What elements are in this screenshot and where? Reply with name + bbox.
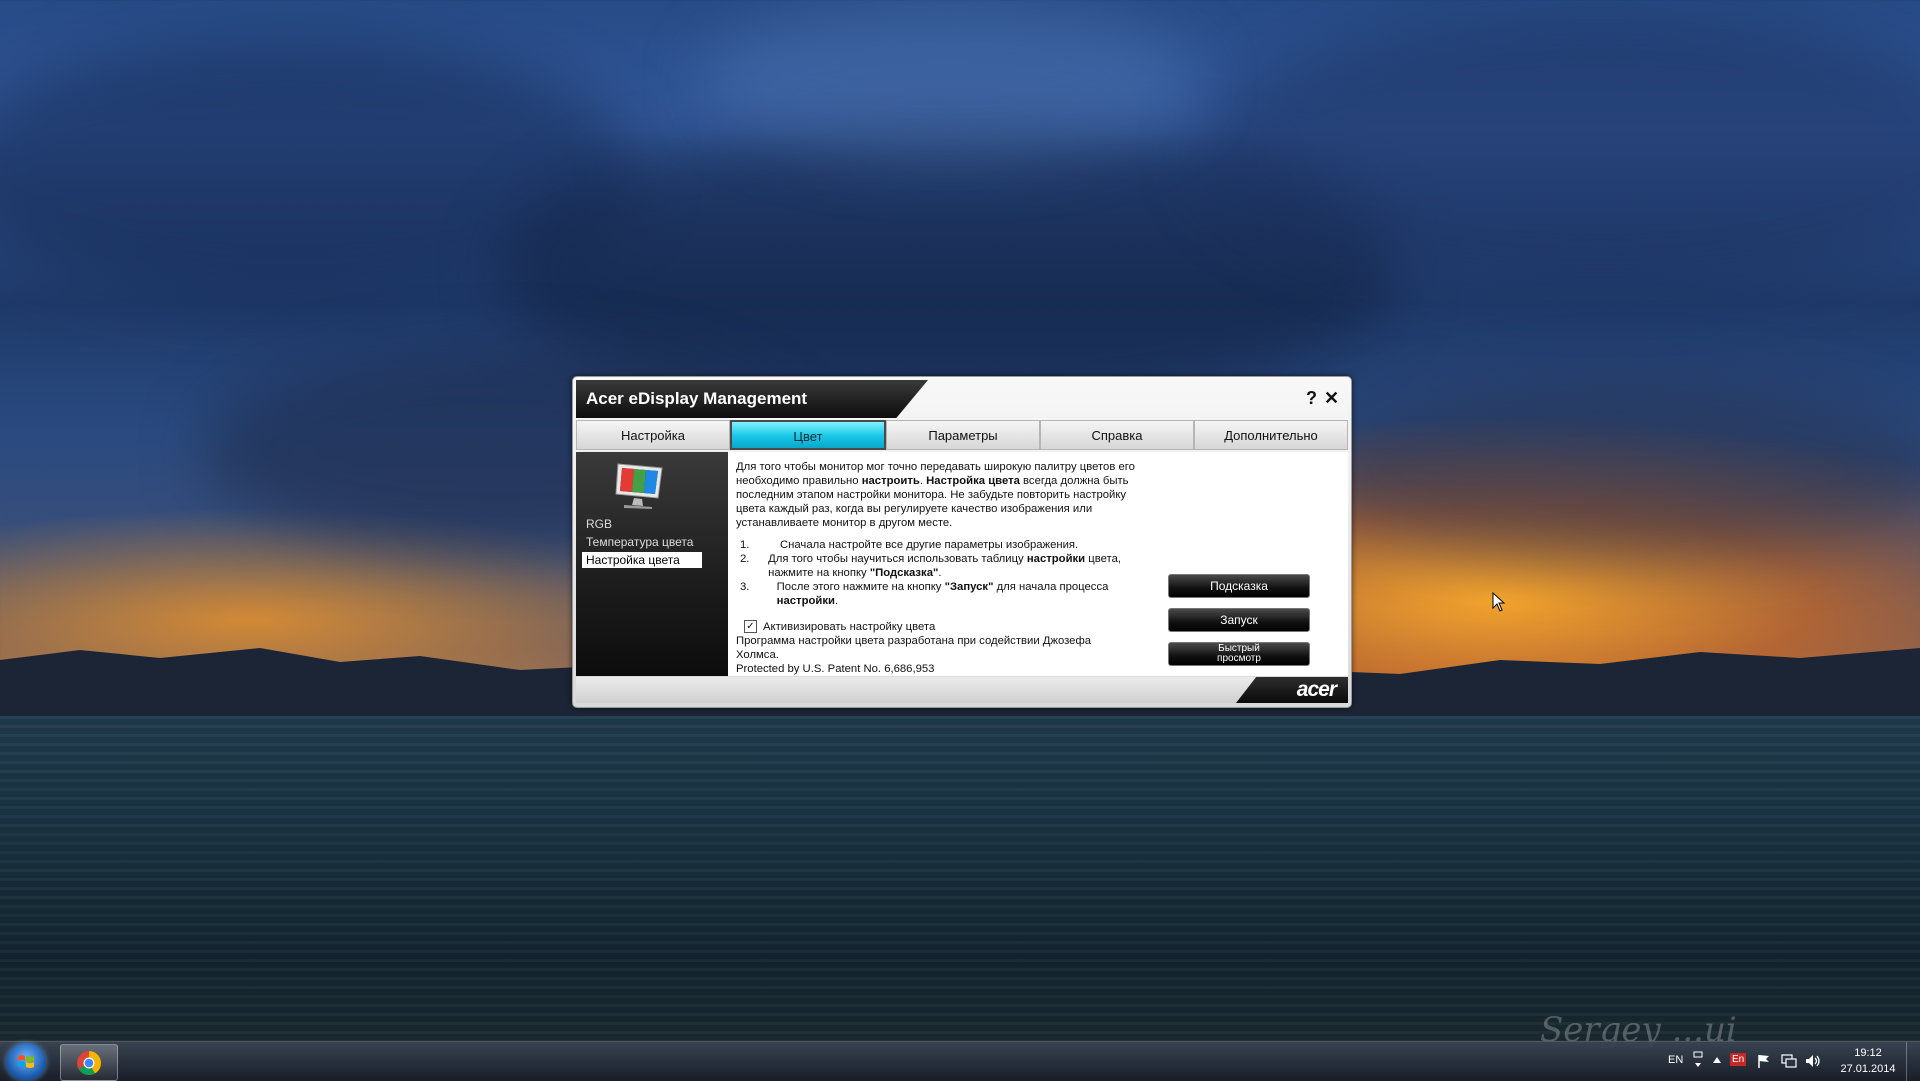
titlebar[interactable]: Acer eDisplay Management ? ✕ [576,380,1348,418]
hint-button[interactable]: Подсказка [1168,574,1310,598]
windows-logo-icon [18,1055,34,1068]
taskbar: EN En 19:12 27.01.2014 [0,1041,1920,1081]
network-icon[interactable] [1780,1053,1798,1069]
activate-tuning-label: Активизировать настройку цвета [763,620,936,633]
clock-time: 19:12 [1854,1047,1882,1059]
step-text: После этого нажмите на кнопку "Запуск" д… [777,580,1140,608]
intro-bold: настроить [861,475,920,487]
quick-preview-label-2: просмотр [1217,653,1261,664]
step-text-part: для начала процесса [993,581,1109,593]
window-footer: acer [576,677,1348,703]
step-text-part: . [938,567,942,579]
action-center-flag-icon[interactable] [1756,1053,1772,1069]
step-text: Для того чтобы научиться использовать та… [768,552,1140,580]
list-item: 3. После этого нажмите на кнопку "Запуск… [740,580,1140,608]
patent-line: Protected by U.S. Patent No. 6,686,953 [736,663,935,675]
sidebar-item-color-temperature[interactable]: Температура цвета [582,534,697,550]
tab-help[interactable]: Справка [1040,420,1194,450]
step-text: Сначала настройте все другие параметры и… [780,539,1079,551]
content-panel: RGB Температура цвета Настройка цвета Дл… [576,452,1348,676]
tab-parameters[interactable]: Параметры [886,420,1040,450]
sidebar-item-color-tuning[interactable]: Настройка цвета [582,552,702,568]
clock[interactable]: 19:12 27.01.2014 [1838,1045,1898,1077]
step-text-part: Для того чтобы научиться использовать та… [768,553,1027,565]
language-indicator[interactable]: EN [1668,1054,1683,1066]
start-button[interactable]: Запуск [1168,608,1310,632]
show-desktop-button[interactable] [1906,1042,1920,1081]
close-button[interactable]: ✕ [1324,388,1339,408]
step-bold: "Подсказка" [869,567,939,579]
clock-date: 27.01.2014 [1840,1063,1896,1075]
start-button[interactable] [6,1043,46,1081]
intro-paragraph: Для того чтобы монитор мог точно передав… [736,460,1146,530]
step-bold: "Запуск" [944,581,994,593]
credit-text: Программа настройки цвета разработана пр… [736,634,1136,676]
wallpaper-sea [0,716,1920,1041]
activate-tuning-row: ✓ Активизировать настройку цвета [744,620,935,633]
intro-bold: Настройка цвета [926,475,1020,487]
sidebar-item-rgb[interactable]: RGB [582,516,616,532]
keyboard-layout-indicator[interactable]: En [1730,1053,1747,1066]
show-hidden-icons-icon[interactable] [1712,1056,1722,1064]
sidebar: RGB Температура цвета Настройка цвета [576,452,728,676]
acer-edisplay-window: Acer eDisplay Management ? ✕ Настройка Ц… [572,376,1352,708]
step-number: 2. [740,553,750,565]
mouse-cursor-icon [1492,592,1506,612]
credit-line: Программа настройки цвета разработана пр… [736,635,1092,661]
tab-setup[interactable]: Настройка [576,420,730,450]
step-bold: настройки [776,595,835,607]
step-bold: настройки [1026,553,1086,565]
tab-advanced[interactable]: Дополнительно [1194,420,1348,450]
steps-list: 1. Сначала настройте все другие параметр… [740,538,1140,608]
quick-preview-button[interactable]: Быстрый просмотр [1168,642,1310,666]
list-item: 1. Сначала настройте все другие параметр… [740,538,1140,552]
monitor-icon [615,463,663,509]
step-number: 1. [740,539,750,551]
step-number: 3. [740,581,750,593]
taskbar-chrome-button[interactable] [60,1044,118,1081]
step-text-part: . [834,595,839,607]
tab-color[interactable]: Цвет [730,420,886,450]
volume-icon[interactable] [1804,1053,1822,1069]
step-text-part: После этого нажмите на кнопку [776,581,945,593]
activate-tuning-checkbox[interactable]: ✓ [744,620,757,633]
acer-logo: acer [1296,678,1337,701]
help-button[interactable]: ? [1306,388,1317,408]
list-item: 2. Для того чтобы научиться использовать… [740,552,1140,580]
chrome-icon [77,1051,101,1076]
keyboard-settings-icon[interactable] [1692,1050,1704,1070]
window-title: Acer eDisplay Management [586,389,808,408]
tab-bar: Настройка Цвет Параметры Справка Дополни… [576,420,1348,450]
